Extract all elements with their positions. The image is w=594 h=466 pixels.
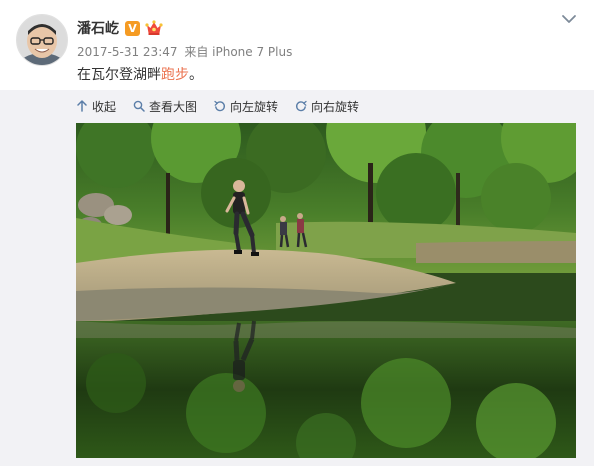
- post-timestamp[interactable]: 2017-5-31 23:47: [77, 45, 178, 59]
- member-crown-icon[interactable]: [145, 20, 163, 36]
- rotate-right-button[interactable]: 向右旋转: [295, 98, 359, 115]
- media-toolbar: 收起 查看大图 向左旋转 向右旋转: [76, 96, 376, 116]
- avatar[interactable]: [16, 14, 68, 66]
- author-line: 潘石屹 V: [77, 17, 163, 39]
- post-keyword-link[interactable]: 跑步: [161, 67, 189, 83]
- collapse-button[interactable]: 收起: [76, 98, 116, 115]
- chevron-down-icon[interactable]: [560, 10, 578, 28]
- rotate-right-label: 向右旋转: [311, 99, 360, 114]
- rotate-left-button[interactable]: 向左旋转: [214, 98, 278, 115]
- post-source: 来自 iPhone 7 Plus: [184, 45, 293, 59]
- rotate-left-icon: [214, 100, 226, 112]
- arrow-up-icon: [77, 100, 87, 112]
- lakeside-running-photo: [76, 123, 576, 458]
- media-panel: 收起 查看大图 向左旋转 向右旋转: [0, 90, 594, 466]
- post-text: 在瓦尔登湖畔跑步。: [77, 64, 203, 84]
- post-text-prefix: 在瓦尔登湖畔: [77, 67, 161, 83]
- post-header: 潘石屹 V 2017-5-31 23:47 来自 iPhone 7 Plus 在…: [0, 0, 594, 90]
- author-name[interactable]: 潘石屹: [77, 18, 119, 38]
- post-text-suffix: 。: [189, 67, 203, 83]
- rotate-left-label: 向左旋转: [230, 99, 279, 114]
- view-large-button[interactable]: 查看大图: [133, 98, 197, 115]
- collapse-label: 收起: [92, 99, 117, 114]
- post-meta: 2017-5-31 23:47 来自 iPhone 7 Plus: [77, 43, 292, 60]
- view-large-label: 查看大图: [149, 99, 198, 114]
- verified-badge-icon[interactable]: V: [125, 20, 140, 36]
- rotate-right-icon: [296, 100, 307, 112]
- post-photo[interactable]: [76, 123, 576, 458]
- avatar-image: [17, 15, 67, 65]
- search-icon: [133, 100, 145, 112]
